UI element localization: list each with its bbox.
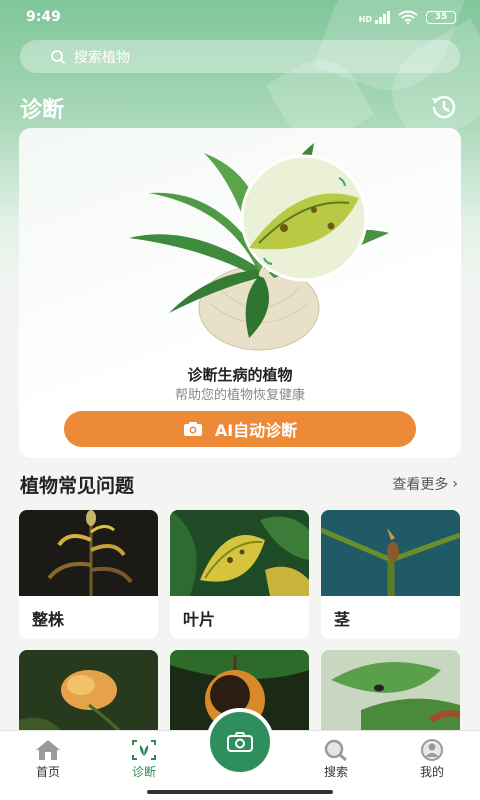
signal-icon: HD — [359, 10, 390, 24]
stem-image — [321, 510, 460, 596]
search-icon — [324, 739, 347, 761]
battery-icon: 35 — [426, 10, 456, 24]
leaf-image — [170, 510, 309, 596]
nav-label-search: 搜索 — [323, 765, 348, 779]
camera-icon — [183, 422, 202, 436]
problem-card-stem[interactable]: 茎 — [321, 510, 460, 639]
problem-label-stem: 茎 — [334, 610, 351, 629]
ai-diagnose-label: AI自动诊断 — [214, 421, 298, 440]
profile-icon — [421, 739, 443, 761]
search-icon — [51, 49, 66, 64]
status-bar: 9:49 HD 35 — [0, 0, 480, 34]
scan-plant-icon — [132, 740, 156, 760]
problem-card-leaf[interactable]: 叶片 — [170, 510, 309, 639]
problem-label-leaf: 叶片 — [183, 610, 216, 629]
problem-card-flower[interactable] — [19, 650, 158, 740]
nav-label-profile: 我的 — [419, 765, 444, 779]
nav-label-home: 首页 — [35, 765, 60, 779]
history-icon[interactable] — [428, 92, 458, 122]
wifi-icon — [398, 10, 418, 24]
see-more-label: 查看更多 — [392, 477, 449, 493]
home-icon — [36, 740, 60, 760]
search-placeholder: 搜索植物 — [74, 49, 130, 66]
flower-image — [19, 670, 131, 740]
nav-item-diagnose[interactable]: 诊断 — [114, 739, 174, 780]
nav-item-search[interactable]: 搜索 — [306, 739, 366, 780]
nav-label-diagnose: 诊断 — [131, 765, 156, 779]
diagnose-card: 诊断生病的植物 帮助您的植物恢复健康 AI自动诊断 — [19, 128, 461, 458]
chevron-right-icon: › — [452, 476, 458, 492]
nav-item-home[interactable]: 首页 — [18, 739, 78, 780]
problems-title: 植物常见问题 — [20, 475, 135, 497]
nav-item-profile[interactable]: 我的 — [402, 739, 462, 780]
camera-button[interactable] — [206, 708, 274, 776]
diagnose-section-title: 诊断 — [20, 98, 65, 123]
home-indicator — [147, 790, 333, 794]
diagnose-card-subtitle: 帮助您的植物恢复健康 — [174, 388, 305, 403]
plant-illustration — [129, 143, 389, 351]
diagnose-card-title: 诊断生病的植物 — [187, 366, 293, 384]
see-more-link[interactable]: 查看更多 › — [392, 474, 458, 494]
whole-plant-image — [19, 510, 158, 596]
status-time: 9:49 — [26, 9, 61, 25]
pest-image — [331, 662, 460, 740]
search-input[interactable]: 搜索植物 — [20, 40, 460, 73]
problem-label-whole-plant: 整株 — [32, 610, 65, 629]
camera-icon — [227, 732, 253, 752]
problem-card-pest[interactable] — [321, 650, 460, 740]
problem-card-whole-plant[interactable]: 整株 — [19, 510, 158, 639]
ai-diagnose-button[interactable]: AI自动诊断 — [64, 411, 416, 447]
